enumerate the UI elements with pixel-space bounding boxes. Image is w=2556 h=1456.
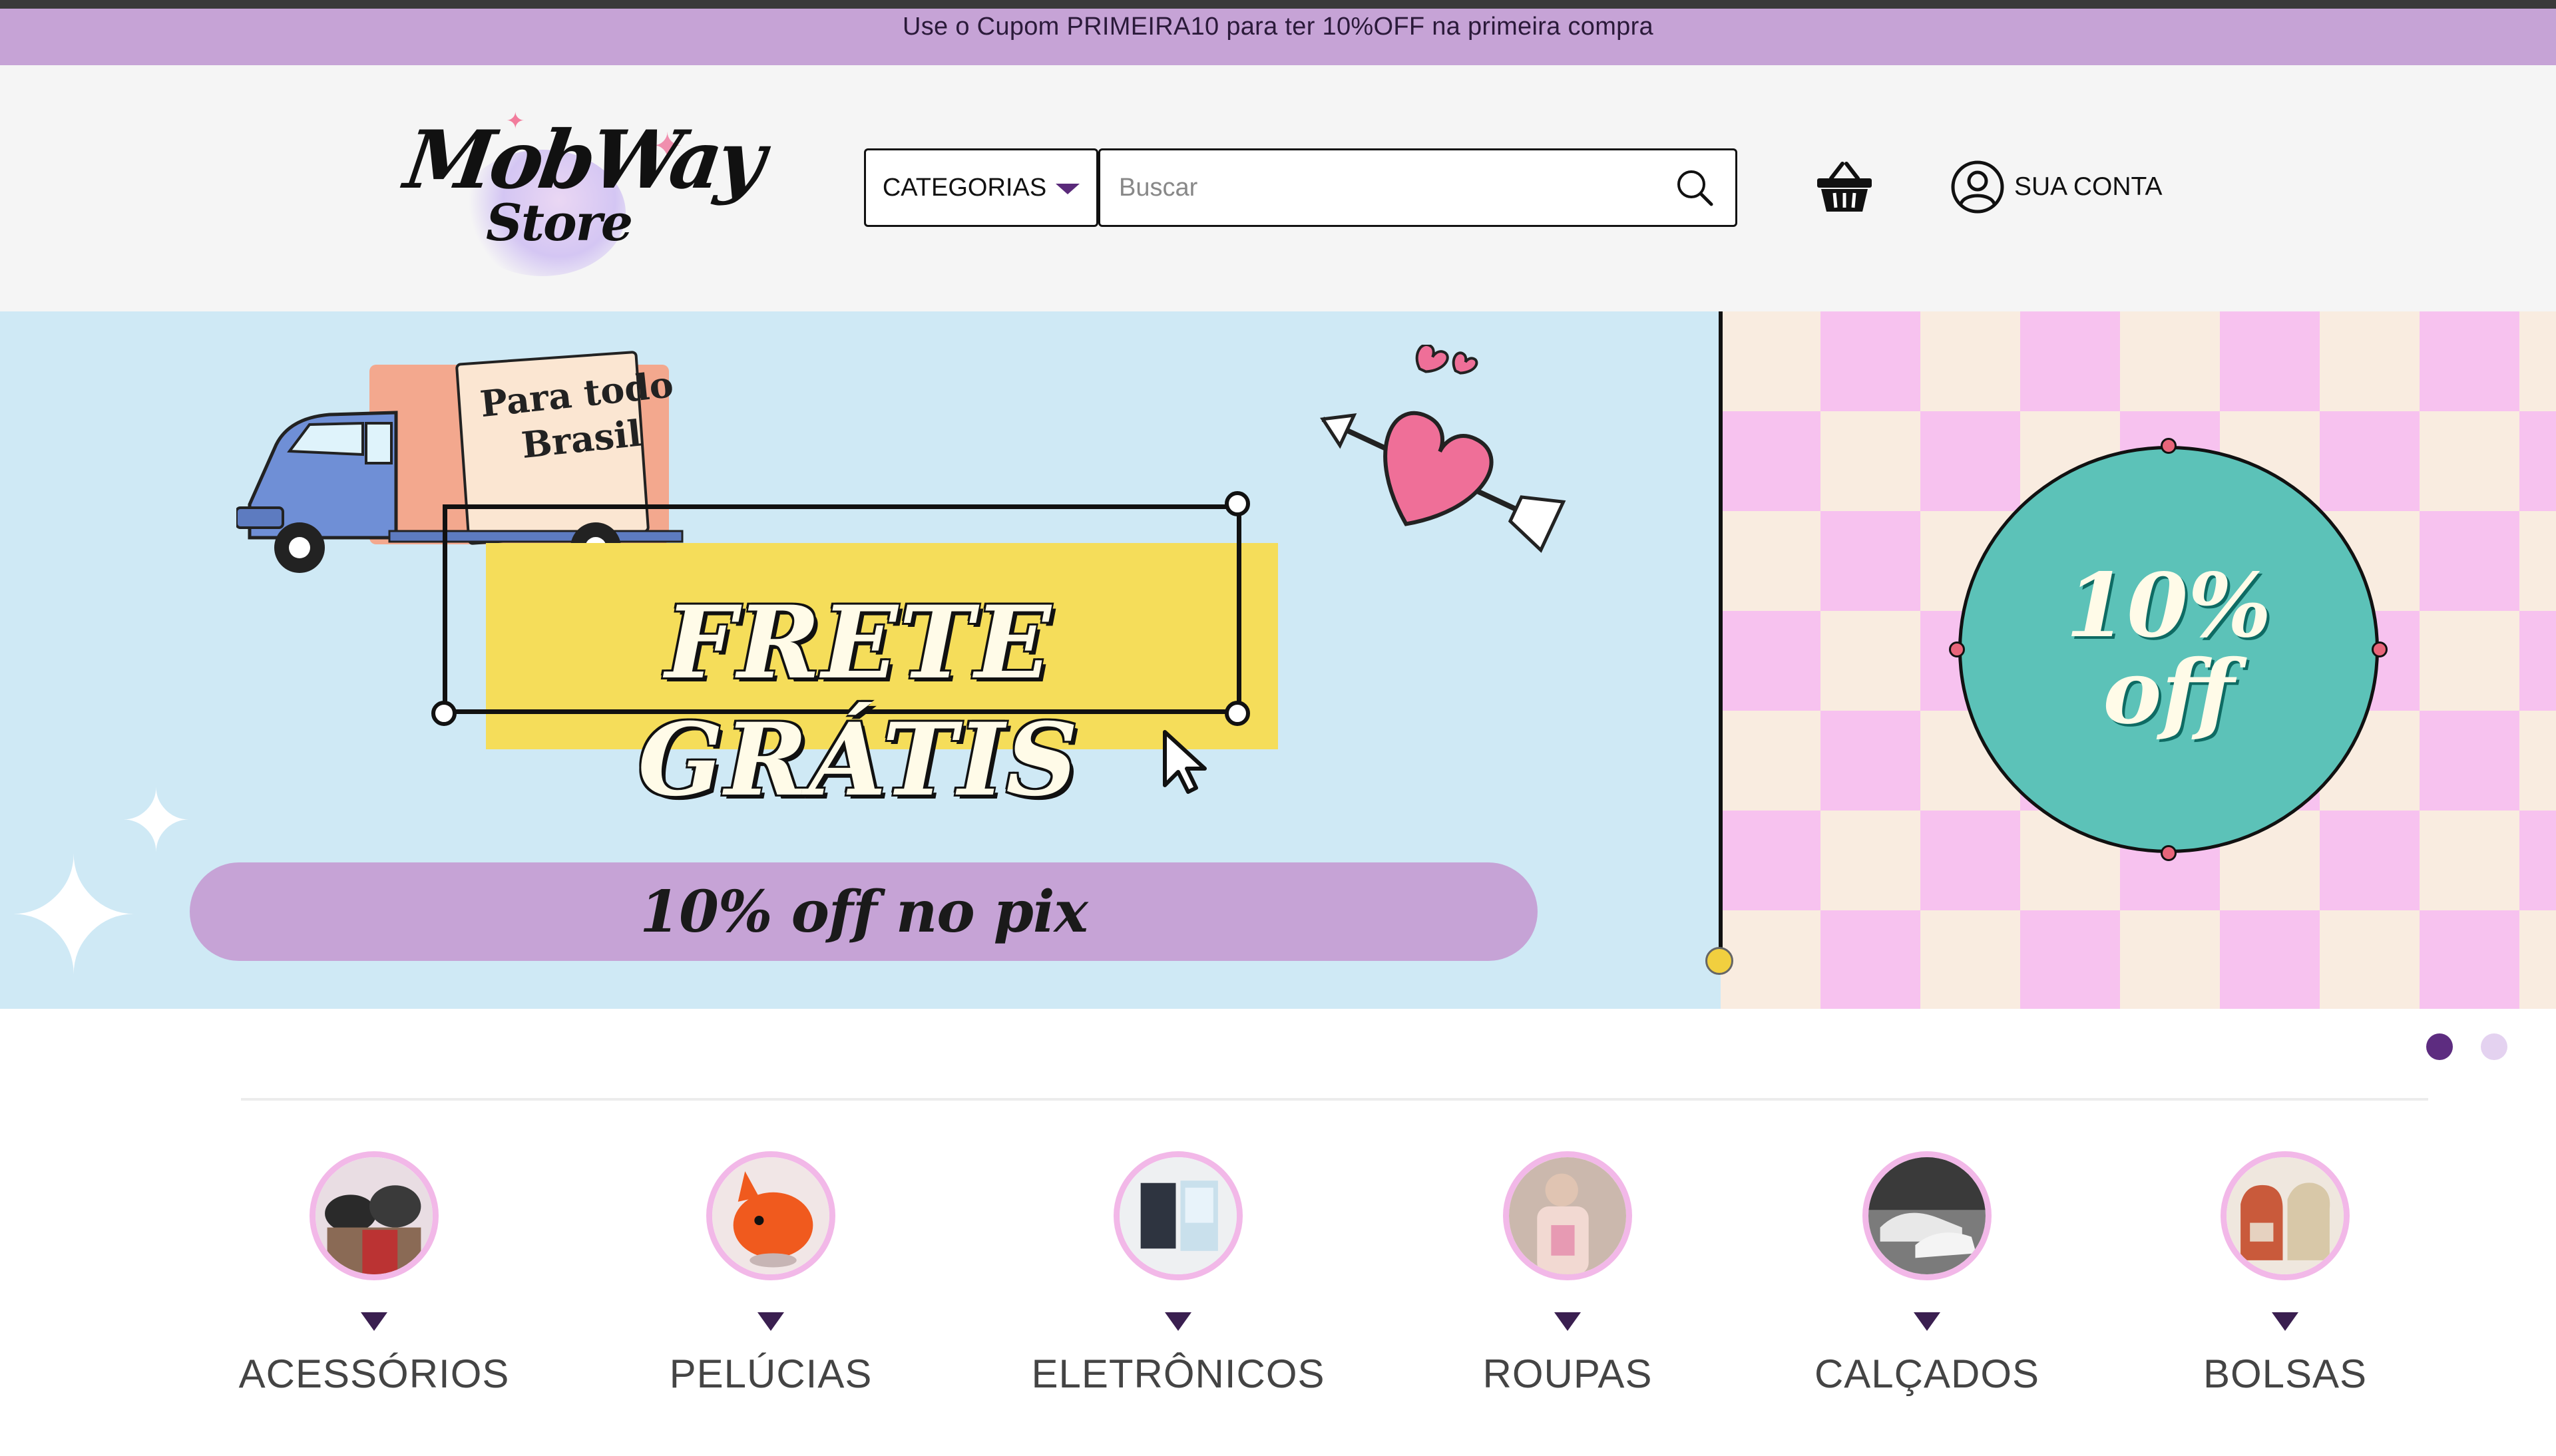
category-label: CALÇADOS [1814, 1352, 2040, 1396]
offer-line1: 10% [2065, 554, 2272, 657]
cursor-arrow-icon [1163, 730, 1207, 794]
category-bolsas[interactable]: BOLSAS [2152, 1151, 2418, 1397]
carousel-dot-1[interactable] [2426, 1033, 2453, 1060]
carousel-dots [2426, 1033, 2507, 1060]
category-image [706, 1151, 835, 1280]
section-divider [241, 1098, 2428, 1101]
search-input[interactable] [1119, 173, 1673, 202]
caret-down-icon [1554, 1312, 1581, 1331]
promo-bar: Use o Cupom PRIMEIRA10 para ter 10%OFF n… [0, 9, 2556, 65]
offer-line2: off [2103, 641, 2235, 744]
pix-discount-text: 10% off no pix [640, 878, 1088, 946]
category-label: ROUPAS [1482, 1352, 1653, 1396]
frame-handle [1225, 491, 1250, 516]
clothes-photo-icon [1509, 1157, 1626, 1274]
sparkle-icon: ✦ [7, 828, 141, 1006]
account-link[interactable]: SUA CONTA [1950, 158, 2162, 216]
user-circle-icon [1951, 160, 2004, 214]
account-label: SUA CONTA [2014, 172, 2163, 201]
carousel-dot-2[interactable] [2481, 1033, 2507, 1060]
bags-photo-icon [2227, 1157, 2344, 1274]
promo-text: Use o Cupom PRIMEIRA10 para ter 10%OFF n… [903, 13, 1653, 41]
category-image [310, 1151, 439, 1280]
category-roupas[interactable]: ROUPAS [1434, 1151, 1701, 1397]
logo-text-store: Store [486, 193, 633, 252]
categories-dropdown-button[interactable]: CATEGORIAS [864, 148, 1098, 227]
pix-discount-pill: 10% off no pix [190, 862, 1538, 961]
accessories-photo-icon [316, 1157, 433, 1274]
categories-label: CATEGORIAS [882, 173, 1047, 202]
banner-title: FRETE GRÁTIS [638, 584, 1080, 819]
caret-down-icon [757, 1312, 784, 1331]
category-acessorios[interactable]: ACESSÓRIOS [238, 1151, 510, 1397]
caret-down-icon [2272, 1312, 2298, 1331]
category-label: PELÚCIAS [669, 1352, 873, 1396]
offer-text: 10% off [2065, 554, 2272, 744]
circle-handle [1949, 641, 1965, 657]
caret-down-icon [1914, 1312, 1940, 1331]
basket-icon[interactable] [1814, 158, 1874, 214]
category-image [1114, 1151, 1243, 1280]
heart-arrow-icon [1320, 345, 1566, 553]
category-calcados[interactable]: CALÇADOS [1794, 1151, 2060, 1397]
search-box [1098, 148, 1737, 227]
electronics-photo-icon [1120, 1157, 1237, 1274]
category-image [2221, 1151, 2350, 1280]
category-image [1862, 1151, 1992, 1280]
frame-handle [431, 701, 457, 726]
category-label: BOLSAS [2203, 1352, 2368, 1396]
circle-handle [2372, 641, 2388, 657]
site-header: ✦ ✦ MobWay Store CATEGORIAS SUA CONTA [0, 65, 2556, 311]
offer-circle: 10% off [1958, 446, 2379, 853]
caret-down-icon [361, 1312, 387, 1331]
shoes-photo-icon [1868, 1157, 1986, 1274]
category-eletronicos[interactable]: ELETRÔNICOS [1031, 1151, 1325, 1397]
plush-photo-icon [712, 1157, 829, 1274]
store-logo[interactable]: ✦ ✦ MobWay Store [399, 108, 767, 279]
slide-divider-handle [1705, 947, 1733, 975]
hero-banner[interactable]: ✦ ✦ ✦ Para todo Brasil FRETE GRÁTIS 10% … [0, 311, 2556, 1009]
window-top-edge [0, 0, 2556, 9]
circle-handle [2161, 845, 2177, 861]
caret-down-icon [1056, 184, 1080, 194]
category-label: ACESSÓRIOS [238, 1352, 510, 1396]
search-icon[interactable] [1673, 166, 1717, 210]
slide-divider-line [1719, 311, 1723, 964]
category-pelucias[interactable]: PELÚCIAS [638, 1151, 904, 1397]
category-list: ACESSÓRIOS PELÚCIAS ELETRÔNICOS ROUPAS C… [0, 1151, 2556, 1437]
category-image [1503, 1151, 1632, 1280]
category-label: ELETRÔNICOS [1031, 1352, 1325, 1396]
caret-down-icon [1165, 1312, 1191, 1331]
circle-handle [2161, 438, 2177, 454]
